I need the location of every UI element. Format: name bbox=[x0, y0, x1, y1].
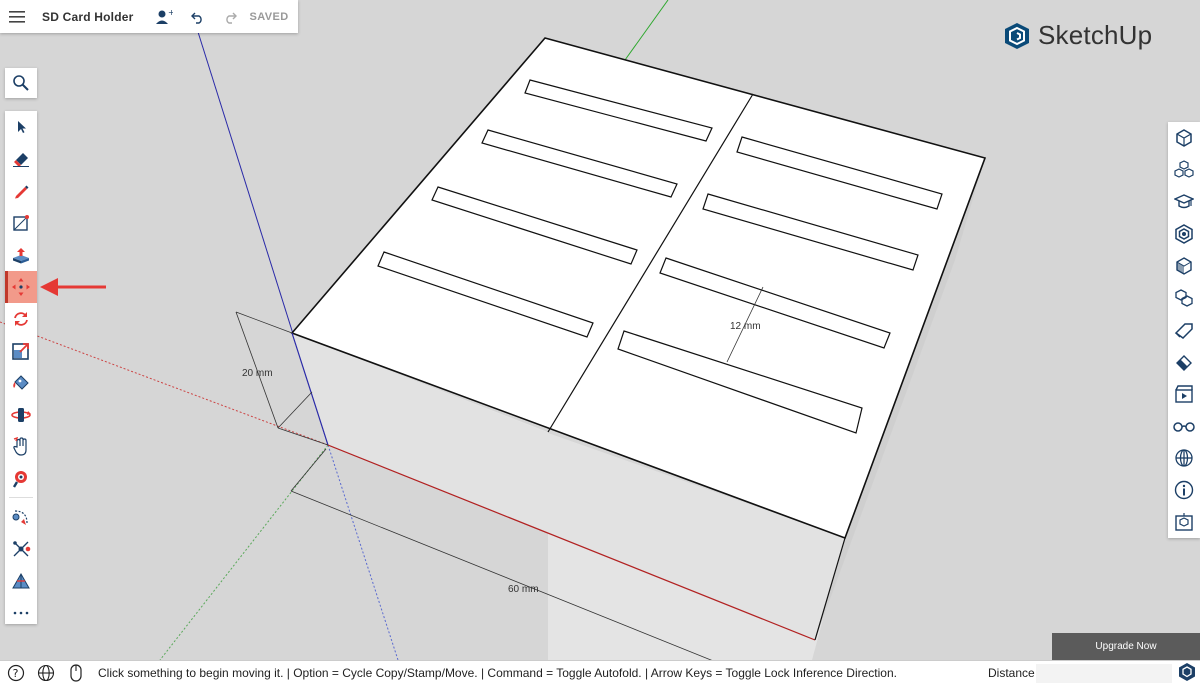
tape-measure-icon[interactable] bbox=[5, 501, 37, 533]
right-toolbar bbox=[1168, 122, 1200, 538]
rotate-icon[interactable] bbox=[5, 303, 37, 335]
axes-icon[interactable] bbox=[5, 533, 37, 565]
brand-name: SketchUp bbox=[1038, 20, 1153, 50]
measurements-label: Distance bbox=[988, 666, 1035, 680]
eraser-icon[interactable] bbox=[5, 143, 37, 175]
blue-axis-dashed bbox=[327, 444, 399, 660]
shapes-icon[interactable] bbox=[5, 207, 37, 239]
help-icon[interactable]: ? bbox=[4, 661, 28, 685]
red-axis-dashed bbox=[0, 321, 329, 446]
left-toolbar bbox=[5, 111, 37, 624]
info-icon[interactable] bbox=[1168, 474, 1200, 506]
scenes-icon[interactable] bbox=[1168, 378, 1200, 410]
model-title[interactable]: SD Card Holder bbox=[42, 10, 133, 24]
model-info-icon[interactable] bbox=[1168, 506, 1200, 538]
tags-icon[interactable] bbox=[1168, 314, 1200, 346]
status-message: Click something to begin moving it. | Op… bbox=[98, 666, 897, 680]
styles-icon[interactable] bbox=[1168, 250, 1200, 282]
mouse-icon[interactable] bbox=[64, 661, 88, 685]
measurements-input[interactable] bbox=[1036, 664, 1172, 683]
toolbar-separator bbox=[9, 497, 33, 498]
section-plane-icon[interactable] bbox=[5, 565, 37, 597]
sketchup-status-icon bbox=[1178, 662, 1196, 685]
dimension-length-label: 60 mm bbox=[508, 584, 539, 595]
undo-icon[interactable] bbox=[185, 4, 211, 30]
model-viewport[interactable]: 20 mm 60 mm 12 mm bbox=[0, 0, 1200, 660]
top-bar: SD Card Holder + SAVED bbox=[0, 0, 298, 33]
pencil-icon[interactable] bbox=[5, 175, 37, 207]
annotation-arrow-icon bbox=[40, 278, 106, 296]
geo-location-icon[interactable] bbox=[1168, 442, 1200, 474]
globe-icon[interactable] bbox=[34, 661, 58, 685]
entity-info-icon[interactable] bbox=[1168, 122, 1200, 154]
hamburger-menu-icon[interactable] bbox=[0, 0, 34, 33]
select-icon[interactable] bbox=[5, 111, 37, 143]
components-icon[interactable] bbox=[1168, 154, 1200, 186]
dimension-height-label: 20 mm bbox=[242, 368, 273, 379]
upgrade-now-button[interactable]: Upgrade Now bbox=[1052, 633, 1200, 660]
user-add-icon[interactable]: + bbox=[151, 4, 177, 30]
search-icon[interactable] bbox=[5, 68, 37, 98]
green-axis bbox=[624, 0, 669, 61]
scale-icon[interactable] bbox=[5, 335, 37, 367]
display-icon[interactable] bbox=[1168, 410, 1200, 442]
dimension-slot-spacing-label: 12 mm bbox=[730, 321, 761, 332]
sketchup-logo: SketchUp bbox=[1002, 20, 1152, 51]
svg-text:?: ? bbox=[13, 667, 19, 680]
redo-icon[interactable] bbox=[217, 4, 243, 30]
orbit-icon[interactable] bbox=[5, 399, 37, 431]
paint-bucket-icon[interactable] bbox=[5, 367, 37, 399]
outliner-icon[interactable] bbox=[1168, 282, 1200, 314]
svg-text:+: + bbox=[168, 9, 173, 17]
instructor-icon[interactable] bbox=[1168, 186, 1200, 218]
push-pull-icon[interactable] bbox=[5, 239, 37, 271]
materials-icon[interactable] bbox=[1168, 218, 1200, 250]
zoom-icon[interactable] bbox=[5, 463, 37, 495]
eraser-panel-icon[interactable] bbox=[1168, 346, 1200, 378]
pan-icon[interactable] bbox=[5, 431, 37, 463]
status-bar: ? Click something to begin moving it. | … bbox=[0, 660, 1200, 685]
sketchup-logo-icon bbox=[1005, 22, 1029, 49]
more-icon[interactable] bbox=[5, 597, 37, 629]
save-status: SAVED bbox=[249, 10, 289, 23]
move-icon[interactable] bbox=[5, 271, 37, 303]
